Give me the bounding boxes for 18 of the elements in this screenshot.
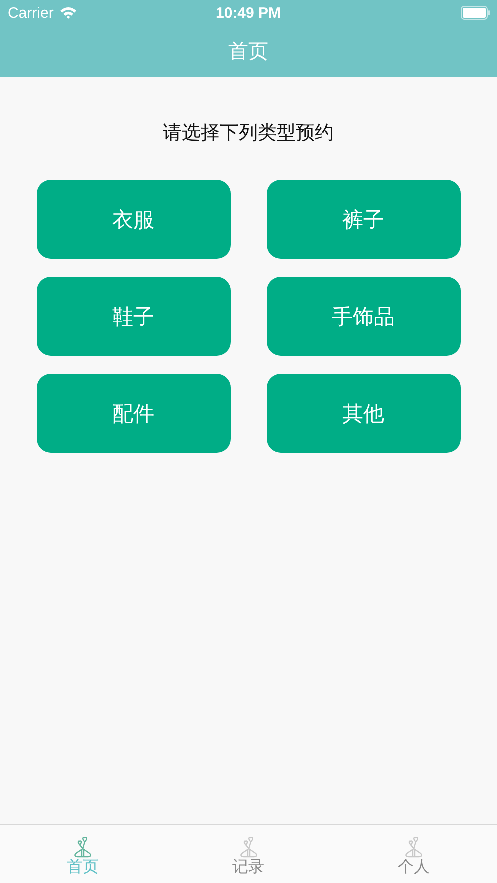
prompt-text: 请选择下列类型预约 (163, 121, 334, 146)
tab-item[interactable]: 个人 (331, 825, 497, 883)
hearts-icon (404, 836, 424, 858)
category-button[interactable]: 配件 (36, 374, 230, 453)
page-title: 首页 (228, 38, 268, 65)
category-button[interactable]: 鞋子 (36, 277, 230, 356)
hearts-icon (238, 836, 258, 858)
tab-item[interactable]: 首页 (0, 825, 166, 883)
hearts-icon (72, 836, 93, 858)
category-button[interactable]: 衣服 (36, 180, 230, 259)
tab-item[interactable]: 记录 (166, 825, 332, 883)
clock-time: 10:49 PM (216, 4, 282, 22)
carrier-label: Carrier (8, 4, 54, 22)
battery-icon (461, 6, 491, 20)
category-button[interactable]: 手饰品 (266, 277, 460, 356)
wifi-icon (60, 7, 77, 19)
category-button[interactable]: 其他 (266, 374, 460, 453)
category-button[interactable]: 裤子 (266, 180, 460, 259)
